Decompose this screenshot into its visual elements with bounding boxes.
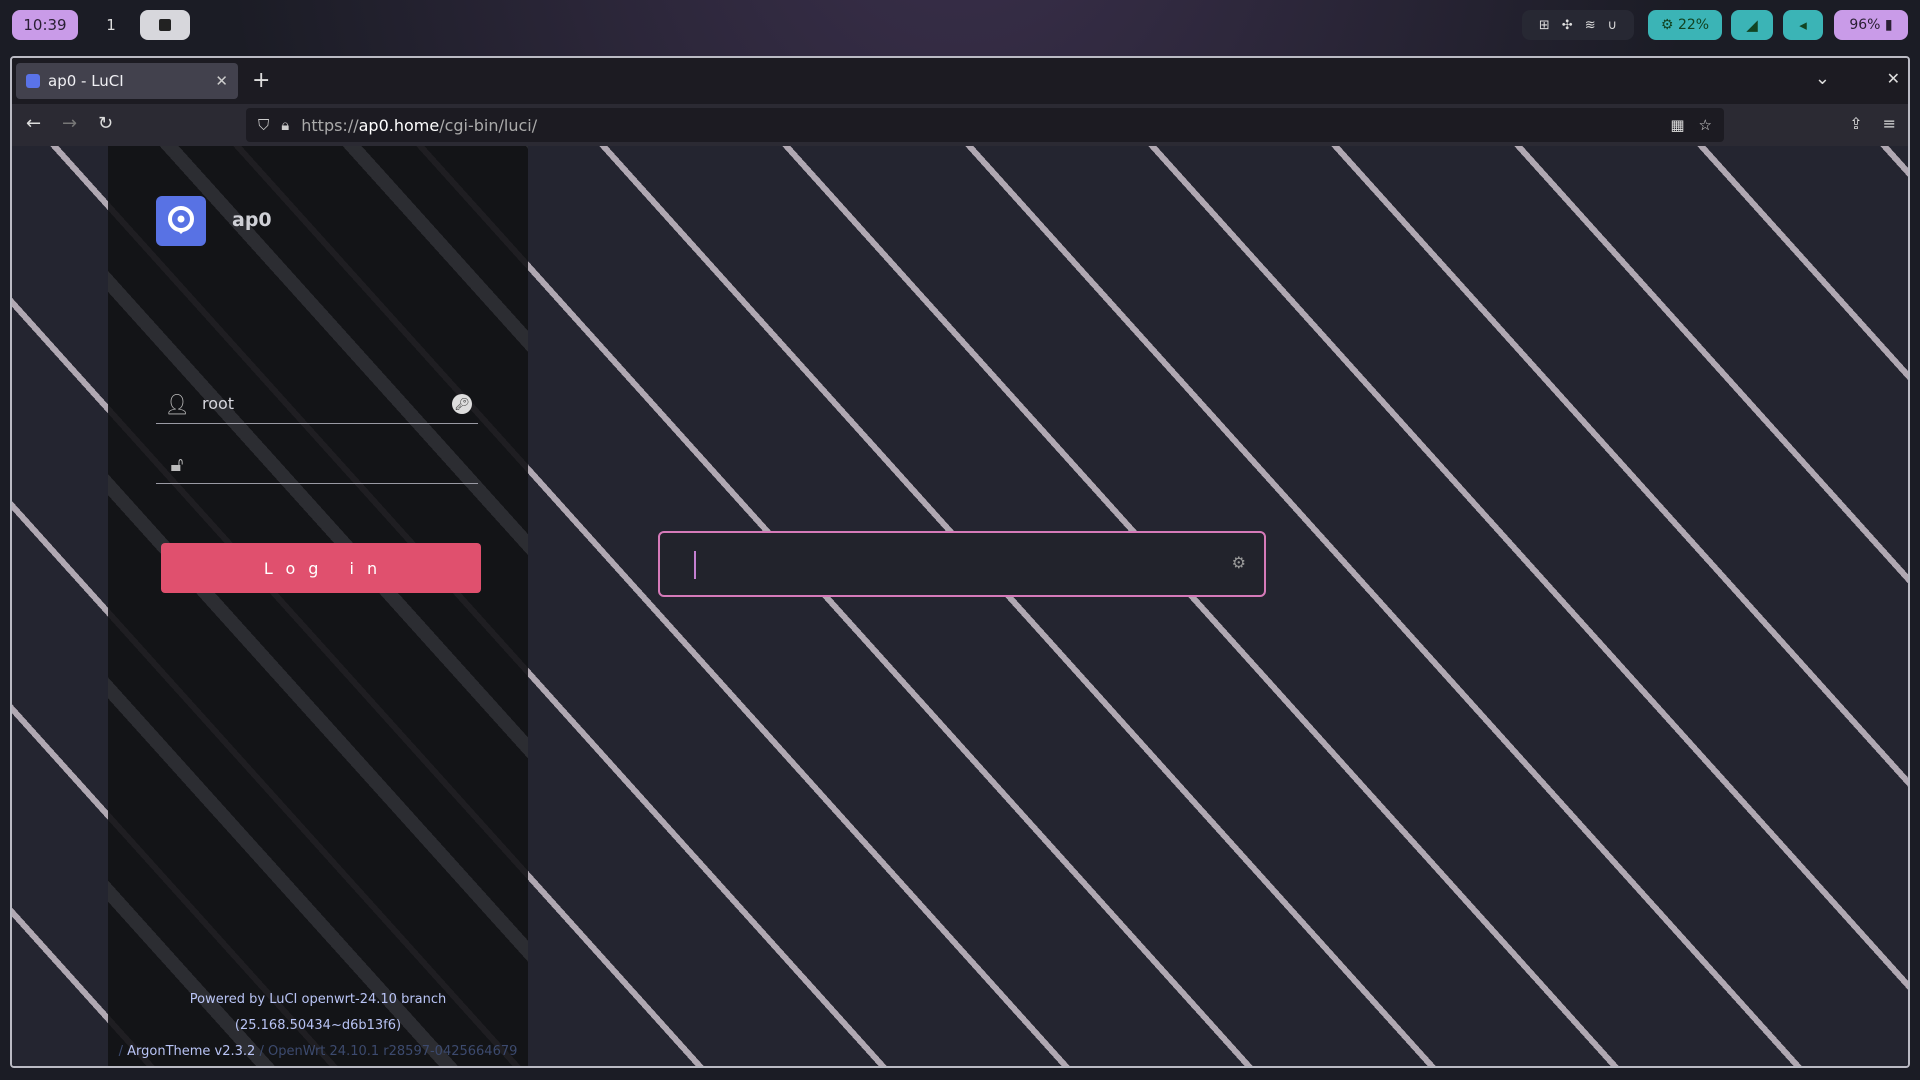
footer: Powered by LuCI openwrt-24.10 branch (25… — [108, 987, 528, 1065]
openwrt-logo-icon — [168, 206, 194, 234]
top-bar: 10:39 1 ⊞ ✣ ≋ ∪ ⚙ 22% ◢ ◂ 96% ▮ — [0, 0, 1920, 50]
window-square-icon — [159, 19, 171, 31]
volume-icon: ◂ — [1799, 16, 1807, 34]
login-button[interactable]: Log in — [161, 543, 481, 593]
battery-indicator[interactable]: 96% ▮ — [1834, 10, 1908, 40]
text-caret — [694, 551, 696, 579]
settings-gear-icon[interactable]: ⚙ — [1232, 553, 1246, 572]
bookmark-star-icon[interactable]: ☆ — [1699, 116, 1712, 134]
lock-icon[interactable]: 🔒︎ — [281, 116, 289, 134]
app-icon[interactable]: ✣ — [1562, 18, 1573, 33]
tab-bar: ap0 - LuCI ✕ + ⌄ ✕ — [12, 58, 1908, 104]
password-field: 🔓︎ — [156, 444, 478, 484]
url-path: /cgi-bin/luci/ — [439, 115, 538, 135]
close-tab-icon[interactable]: ✕ — [215, 72, 228, 90]
openwrt-version[interactable]: OpenWrt 24.10.1 r28597-0425664679 — [268, 1044, 517, 1059]
cpu-usage[interactable]: ⚙ 22% — [1648, 10, 1722, 40]
url-host: ap0.home — [358, 115, 440, 135]
browser-window: ap0 - LuCI ✕ + ⌄ ✕ ← → ↻ ⛉ 🔒︎ https://ap… — [10, 56, 1910, 1068]
tab-title: ap0 - LuCI — [48, 72, 124, 90]
qr-code-icon[interactable]: ▦ — [1670, 116, 1684, 134]
workspace-indicator[interactable] — [140, 10, 190, 40]
battery-icon: ▮ — [1880, 17, 1893, 33]
extensions-icon[interactable]: ⇪ — [1849, 114, 1862, 133]
magnet-icon[interactable]: ∪ — [1608, 18, 1618, 33]
username-input[interactable] — [202, 394, 432, 413]
hostname: ap0 — [232, 209, 272, 231]
new-tab-button[interactable]: + — [252, 68, 270, 93]
tab-list-chevron-icon[interactable]: ⌄ — [1815, 68, 1830, 89]
cpu-icon: ⚙ — [1660, 17, 1678, 33]
wifi-icon[interactable]: ≋ — [1585, 18, 1596, 33]
shield-icon[interactable]: ⛉ — [258, 116, 269, 134]
back-arrow-icon[interactable]: ← — [26, 113, 41, 134]
window-close-icon[interactable]: ✕ — [1887, 69, 1900, 88]
page-content: ap0 👤︎ 🔑︎ 🔓︎ Log in Powered by LuCI open… — [12, 146, 1908, 1066]
login-panel: ap0 👤︎ 🔑︎ 🔓︎ Log in Powered by LuCI open… — [108, 146, 528, 1066]
network-icon: ◢ — [1746, 16, 1758, 34]
url-bar[interactable]: ⛉ 🔒︎ https://ap0.home/cgi-bin/luci/ ▦ ☆ — [246, 108, 1724, 142]
tab-luci[interactable]: ap0 - LuCI ✕ — [16, 63, 238, 99]
user-icon: 👤︎ — [164, 391, 190, 416]
network-indicator[interactable]: ◢ — [1731, 10, 1773, 40]
footer-separator: / — [255, 1044, 268, 1059]
system-tray: ⊞ ✣ ≋ ∪ — [1522, 10, 1634, 40]
openwrt-logo — [156, 196, 206, 246]
password-input[interactable] — [202, 454, 432, 473]
footer-separator: / — [118, 1044, 128, 1059]
forward-arrow-icon[interactable]: → — [62, 113, 77, 134]
menu-icon[interactable]: ≡ — [1883, 114, 1896, 133]
unlock-icon: 🔓︎ — [170, 451, 184, 476]
reload-icon[interactable]: ↻ — [98, 113, 113, 134]
powered-by-link[interactable]: Powered by LuCI openwrt-24.10 branch (25… — [108, 987, 528, 1039]
theme-link[interactable]: ArgonTheme v2.3.2 — [127, 1044, 255, 1059]
username-field: 👤︎ 🔑︎ — [156, 384, 478, 424]
nav-bar: ← → ↻ ⛉ 🔒︎ https://ap0.home/cgi-bin/luci… — [12, 104, 1908, 146]
grid-icon[interactable]: ⊞ — [1539, 18, 1550, 33]
url-prefix: https:// — [301, 115, 359, 135]
volume-indicator[interactable]: ◂ — [1783, 10, 1823, 40]
app-launcher-search[interactable]: ⚙ — [658, 531, 1266, 597]
password-manager-icon[interactable]: 🔑︎ — [452, 394, 472, 414]
favicon-icon — [26, 74, 40, 88]
clock[interactable]: 10:39 — [12, 10, 78, 40]
workspace-number[interactable]: 1 — [104, 10, 118, 40]
